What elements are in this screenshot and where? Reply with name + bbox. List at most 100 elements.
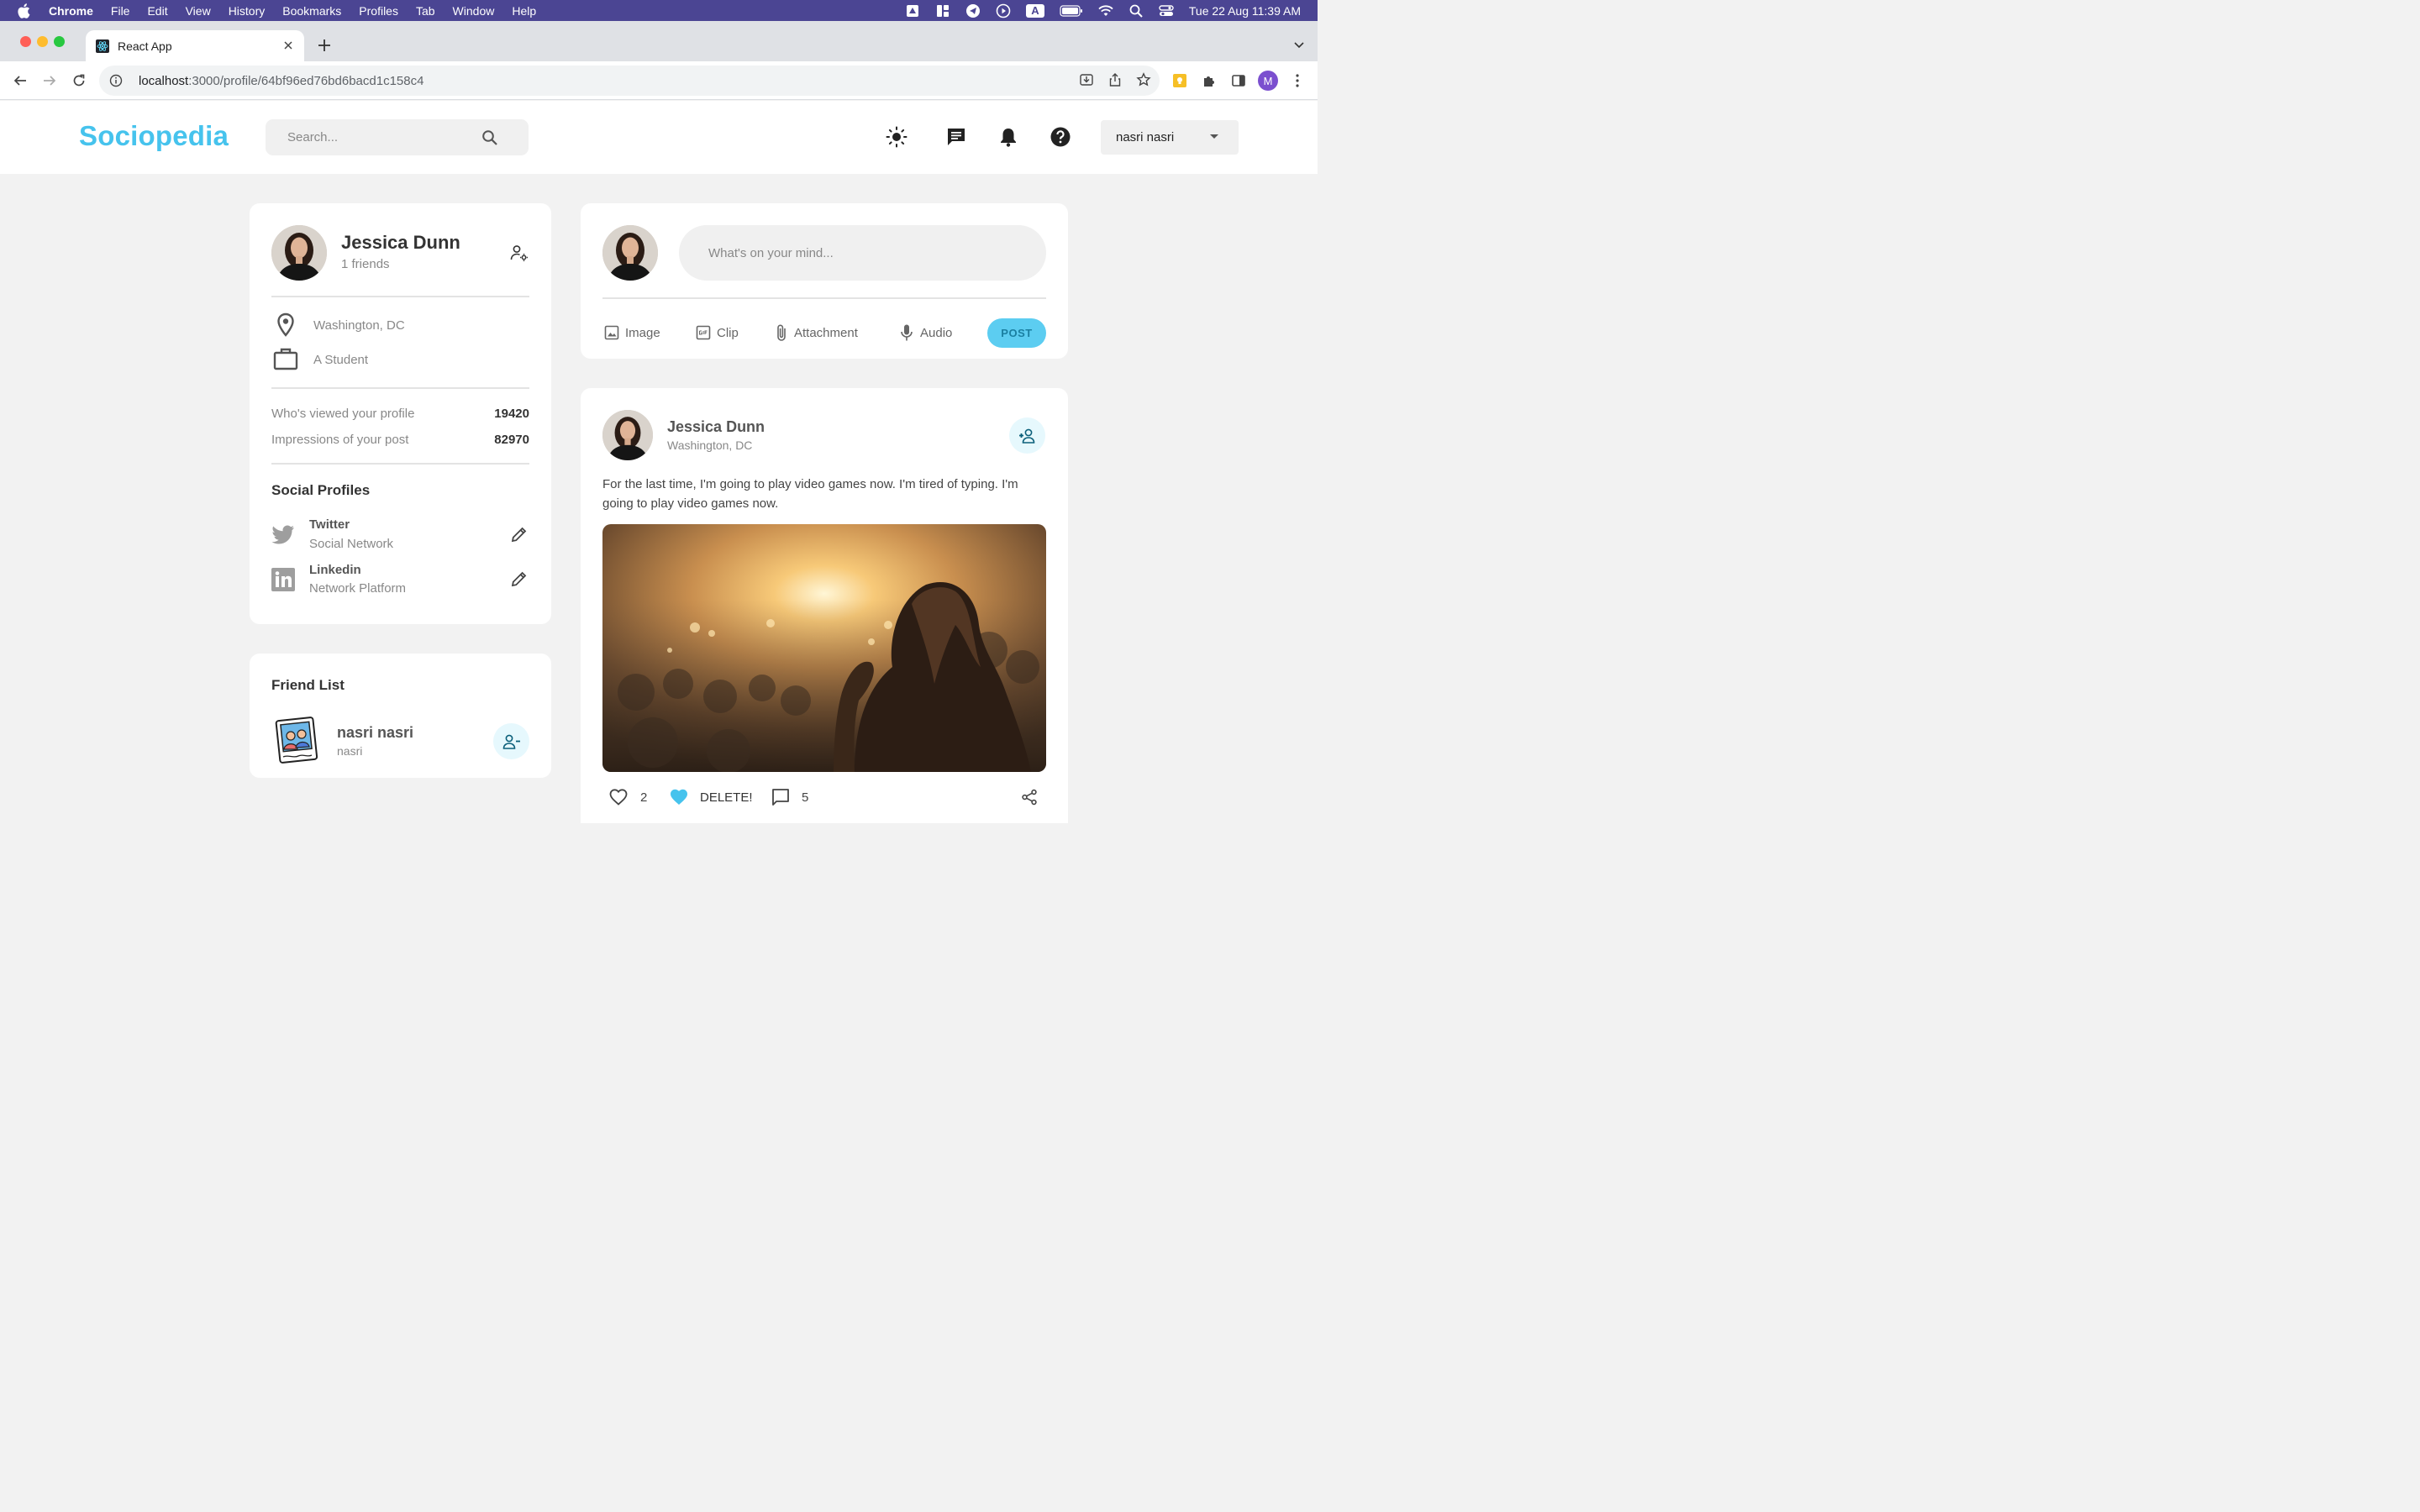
extensions-puzzle-icon[interactable] xyxy=(1200,71,1218,90)
menu-window[interactable]: Window xyxy=(453,4,495,18)
composer-attachment-label[interactable]: Attachment xyxy=(794,326,858,340)
telegram-icon[interactable] xyxy=(965,3,981,18)
microphone-icon[interactable] xyxy=(898,323,915,342)
minimize-window-button[interactable] xyxy=(37,36,48,47)
search-icon[interactable] xyxy=(481,129,498,146)
back-icon[interactable] xyxy=(11,71,29,90)
screen: Chrome File Edit View History Bookmarks … xyxy=(0,0,1318,823)
profile-avatar[interactable] xyxy=(271,225,327,281)
bookmark-star-icon[interactable] xyxy=(1136,72,1151,91)
gif-clip-icon[interactable] xyxy=(695,324,712,341)
add-friend-button[interactable] xyxy=(1009,417,1045,454)
grid-icon[interactable] xyxy=(935,4,950,18)
friend-avatar[interactable] xyxy=(273,716,320,766)
help-icon[interactable] xyxy=(1050,126,1071,148)
remove-friend-button[interactable] xyxy=(493,723,529,759)
divider xyxy=(602,297,1046,299)
address-bar[interactable]: localhost:3000/profile/64bf96ed76bd6bacd… xyxy=(99,66,1160,96)
whats-on-your-mind-input[interactable]: What's on your mind... xyxy=(679,225,1046,281)
control-center-icon[interactable] xyxy=(1159,4,1174,18)
share-icon[interactable] xyxy=(1107,72,1123,91)
divider xyxy=(271,387,529,389)
forward-icon[interactable] xyxy=(40,71,59,90)
browser-profile-avatar[interactable]: M xyxy=(1258,71,1278,91)
friend-name[interactable]: nasri nasri xyxy=(337,724,413,742)
menu-view[interactable]: View xyxy=(186,4,211,18)
user-menu-select[interactable]: nasri nasri xyxy=(1101,120,1239,155)
profile-occupation: A Student xyxy=(313,353,369,367)
post-author-avatar[interactable] xyxy=(602,410,653,460)
post-author-name[interactable]: Jessica Dunn xyxy=(667,418,765,436)
zoom-window-button[interactable] xyxy=(54,36,65,47)
menubar-datetime[interactable]: Tue 22 Aug 11:39 AM xyxy=(1189,4,1301,18)
composer-avatar[interactable] xyxy=(602,225,658,281)
composer-image-label[interactable]: Image xyxy=(625,326,660,340)
play-icon[interactable] xyxy=(996,3,1011,18)
notifications-bell-icon[interactable] xyxy=(997,126,1019,148)
share-post-icon[interactable] xyxy=(1019,787,1039,807)
close-window-button[interactable] xyxy=(20,36,31,47)
browser-menu-kebab-icon[interactable] xyxy=(1288,71,1307,90)
like-heart-outline-icon[interactable] xyxy=(608,787,629,807)
menu-profiles[interactable]: Profiles xyxy=(359,4,398,18)
keep-extension-icon[interactable] xyxy=(1171,71,1189,90)
composer-clip-label[interactable]: Clip xyxy=(717,326,739,340)
briefcase-icon xyxy=(273,347,298,370)
side-panel-icon[interactable] xyxy=(1229,71,1248,90)
wifi-icon[interactable] xyxy=(1098,4,1113,18)
divider xyxy=(271,296,529,297)
user-menu-label: nasri nasri xyxy=(1116,130,1175,144)
menu-app-name[interactable]: Chrome xyxy=(49,4,93,18)
menu-help[interactable]: Help xyxy=(512,4,536,18)
keyboard-a-icon[interactable]: A xyxy=(1025,3,1044,18)
menu-bookmarks[interactable]: Bookmarks xyxy=(282,4,341,18)
composer-audio-label[interactable]: Audio xyxy=(920,326,952,340)
favorite-heart-filled-icon[interactable] xyxy=(669,787,689,807)
site-info-icon[interactable] xyxy=(108,73,124,88)
delete-post-label[interactable]: DELETE! xyxy=(700,790,753,805)
profile-name[interactable]: Jessica Dunn xyxy=(341,232,460,254)
tab-search-chevron-icon[interactable] xyxy=(1294,38,1304,53)
new-tab-icon[interactable] xyxy=(316,37,333,54)
dark-mode-sun-icon[interactable] xyxy=(886,126,908,148)
menubar-status-area: A Tue 22 Aug 11:39 AM xyxy=(905,0,1301,21)
spotlight-icon[interactable] xyxy=(1128,4,1144,18)
social-linkedin-name[interactable]: Linkedin xyxy=(309,563,361,577)
menu-history[interactable]: History xyxy=(229,4,266,18)
browser-tabstrip: React App xyxy=(0,21,1318,61)
messages-icon[interactable] xyxy=(945,126,967,148)
drive-icon[interactable] xyxy=(905,4,920,18)
tab-close-icon[interactable] xyxy=(281,38,296,53)
edit-twitter-pencil-icon[interactable] xyxy=(510,525,529,543)
post-text-line-2: going to play video games now. xyxy=(602,496,779,511)
battery-icon[interactable] xyxy=(1060,4,1083,18)
social-twitter-name[interactable]: Twitter xyxy=(309,517,350,532)
menu-edit[interactable]: Edit xyxy=(147,4,167,18)
profile-friends-count: 1 friends xyxy=(341,257,390,271)
twitter-icon xyxy=(271,522,295,547)
app-logo[interactable]: Sociopedia xyxy=(79,120,229,152)
like-count: 2 xyxy=(640,790,648,805)
tab-title: React App xyxy=(118,39,172,53)
macos-menubar: Chrome File Edit View History Bookmarks … xyxy=(0,0,1318,21)
post-button[interactable]: POST xyxy=(987,318,1046,348)
friend-subtitle: nasri xyxy=(337,744,363,758)
post-photo[interactable] xyxy=(602,524,1046,772)
post-author-location: Washington, DC xyxy=(667,438,753,452)
menu-tab[interactable]: Tab xyxy=(416,4,435,18)
stat-label-impressions: Impressions of your post xyxy=(271,433,409,447)
browser-tab-active[interactable]: React App xyxy=(86,30,304,61)
menu-file[interactable]: File xyxy=(111,4,130,18)
comment-bubble-icon[interactable] xyxy=(771,787,791,807)
location-pin-icon xyxy=(274,312,297,338)
edit-linkedin-pencil-icon[interactable] xyxy=(510,570,529,588)
profile-location: Washington, DC xyxy=(313,318,405,333)
install-app-icon[interactable] xyxy=(1079,72,1094,91)
social-linkedin-sub: Network Platform xyxy=(309,581,407,596)
search-input[interactable]: Search... xyxy=(266,119,529,155)
manage-account-icon[interactable] xyxy=(509,243,529,263)
image-icon[interactable] xyxy=(603,324,620,341)
apple-icon[interactable] xyxy=(17,3,32,18)
attachment-paperclip-icon[interactable] xyxy=(773,323,790,342)
reload-icon[interactable] xyxy=(70,71,88,90)
